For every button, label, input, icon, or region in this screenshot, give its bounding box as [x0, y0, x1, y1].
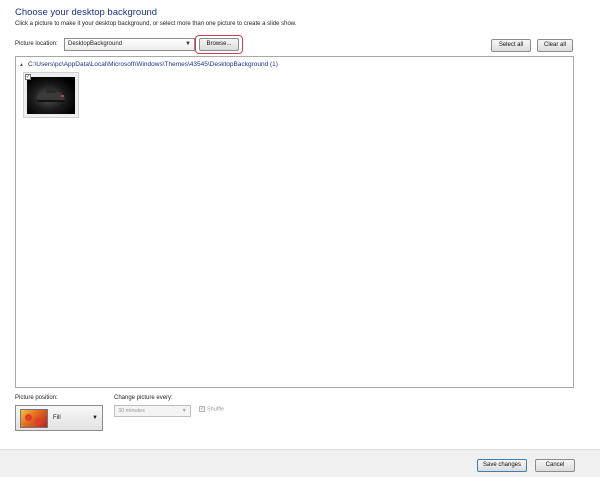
flower-fill-preview-icon: [20, 409, 48, 428]
select-all-button[interactable]: Select all: [491, 39, 531, 52]
chevron-down-icon: ▼: [181, 408, 187, 414]
save-changes-button[interactable]: Save changes: [477, 459, 527, 472]
group-header[interactable]: ▲ C:\Users\pc\AppData\Local\Microsoft\Win…: [19, 61, 278, 68]
car-icon: [37, 88, 65, 102]
flower-petal-icon: [35, 418, 42, 425]
picture-position-value: Fill: [53, 415, 61, 421]
shuffle-checkbox[interactable]: ✓: [199, 406, 205, 412]
chevron-down-icon: ▼: [185, 41, 191, 47]
page-subtitle: Click a picture to make it your desktop …: [15, 21, 297, 27]
cancel-button[interactable]: Cancel: [535, 459, 575, 472]
group-path-label: C:\Users\pc\AppData\Local\Microsoft\Wind…: [27, 61, 278, 68]
change-interval-value: 30 minutes: [118, 408, 145, 414]
picture-location-value: DesktopBackground: [68, 41, 123, 47]
change-interval-dropdown[interactable]: 30 minutes ▼: [114, 405, 191, 417]
browse-button[interactable]: Browse...: [199, 38, 239, 51]
page-title: Choose your desktop background: [15, 7, 158, 18]
picture-position-dropdown[interactable]: Fill ▼: [15, 405, 103, 431]
shuffle-option[interactable]: ✓ Shuffle: [199, 406, 224, 412]
thumbnail-checkbox[interactable]: ✓: [25, 74, 31, 80]
picture-position-label: Picture position:: [15, 395, 58, 401]
clear-all-button[interactable]: Clear all: [537, 39, 573, 52]
chevron-down-icon: ▼: [92, 415, 98, 421]
shuffle-label: Shuffle: [207, 406, 225, 413]
flower-petal-icon: [25, 414, 32, 421]
change-picture-label: Change picture every:: [114, 395, 173, 401]
collapse-triangle-icon[interactable]: ▲: [19, 62, 24, 68]
taillight-icon: [61, 95, 64, 97]
picture-location-dropdown[interactable]: DesktopBackground ▼: [64, 38, 195, 51]
picture-gallery[interactable]: ▲ C:\Users\pc\AppData\Local\Microsoft\Win…: [15, 56, 574, 388]
picture-thumbnail-item[interactable]: ✓: [23, 72, 79, 118]
dark-car-wallpaper-thumbnail: [27, 77, 75, 114]
picture-location-label: Picture location:: [15, 41, 58, 47]
browse-highlight: Browse...: [195, 35, 243, 54]
